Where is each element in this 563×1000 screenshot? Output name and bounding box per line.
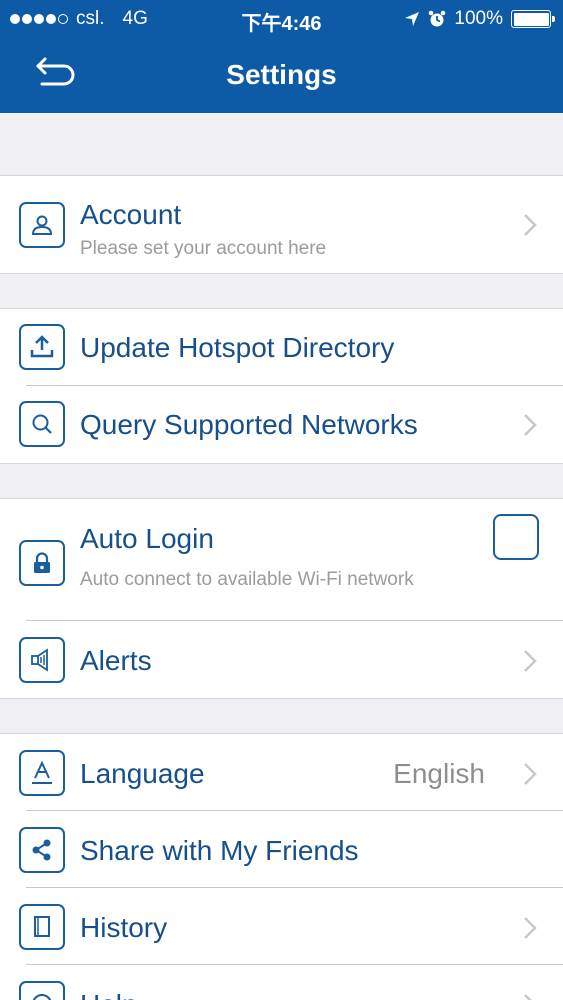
- settings-row-alerts[interactable]: Alerts: [0, 621, 563, 698]
- upload-icon: [19, 324, 65, 370]
- settings-row-query-networks[interactable]: Query Supported Networks: [0, 386, 563, 463]
- settings-row-update-hotspot[interactable]: Update Hotspot Directory: [0, 309, 563, 386]
- settings-group-networks: Update Hotspot Directory Query Supported…: [0, 308, 563, 464]
- row-title: History: [80, 912, 168, 943]
- alarm-clock-icon: [429, 10, 446, 27]
- chevron-right-icon: [524, 763, 537, 785]
- settings-row-account[interactable]: Account Please set your account here: [0, 176, 563, 273]
- settings-row-help[interactable]: Help: [0, 965, 563, 1000]
- language-value: English: [393, 758, 485, 789]
- settings-group-general: Language English Share with My Friends H…: [0, 733, 563, 1000]
- user-icon: [19, 202, 65, 248]
- status-bar: csl. 4G 下午4:46 100%: [0, 0, 563, 38]
- settings-row-share[interactable]: Share with My Friends: [0, 811, 563, 888]
- speaker-icon: [19, 637, 65, 683]
- row-title: Update Hotspot Directory: [80, 332, 395, 363]
- status-right: 100%: [404, 8, 555, 30]
- location-arrow-icon: [405, 12, 420, 26]
- lock-icon: [19, 540, 65, 586]
- chevron-right-icon: [524, 994, 532, 1000]
- row-subtitle: Auto connect to available Wi-Fi network: [80, 569, 414, 590]
- row-title: Help: [80, 989, 138, 1000]
- nav-bar: Settings: [0, 38, 563, 113]
- row-title: Share with My Friends: [80, 835, 359, 866]
- help-icon: [19, 981, 65, 1000]
- settings-row-history[interactable]: History: [0, 888, 563, 965]
- chevron-right-icon: [524, 214, 537, 236]
- chevron-right-icon: [524, 414, 537, 436]
- settings-row-auto-login[interactable]: Auto Login Auto connect to available Wi-…: [0, 499, 563, 621]
- share-icon: [19, 827, 65, 873]
- chevron-right-icon: [524, 917, 537, 939]
- page-title: Settings: [226, 59, 337, 90]
- book-icon: [19, 904, 65, 950]
- chevron-right-icon: [524, 650, 537, 672]
- settings-group-connection: Auto Login Auto connect to available Wi-…: [0, 498, 563, 699]
- row-title: Alerts: [80, 645, 152, 676]
- search-icon: [19, 401, 65, 447]
- battery-percent: 100%: [454, 8, 503, 29]
- row-subtitle: Please set your account here: [80, 238, 327, 259]
- row-title: Language: [80, 758, 205, 789]
- battery-icon: [511, 10, 555, 28]
- row-title: Query Supported Networks: [80, 409, 418, 440]
- settings-group-account: Account Please set your account here: [0, 175, 563, 274]
- row-title: Auto Login: [80, 523, 214, 554]
- settings-row-language[interactable]: Language English: [0, 734, 563, 811]
- language-icon: [19, 750, 65, 796]
- row-title: Account: [80, 199, 182, 230]
- auto-login-checkbox[interactable]: [493, 514, 539, 560]
- app-header: csl. 4G 下午4:46 100% Settings: [0, 0, 563, 113]
